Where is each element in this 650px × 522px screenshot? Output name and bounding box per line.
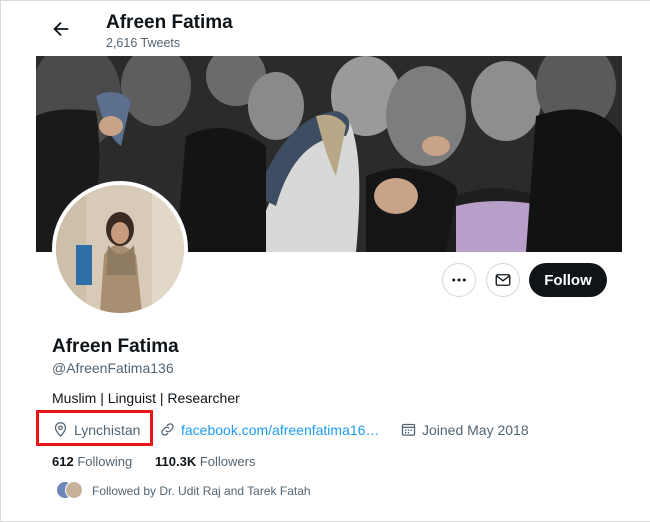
link-icon [161, 423, 174, 436]
follow-button[interactable]: Follow [529, 263, 607, 297]
tweet-count: 2,616 Tweets [106, 36, 181, 50]
message-button[interactable] [486, 263, 520, 297]
location-highlight-box [36, 410, 153, 446]
followed-by[interactable]: Followed by Dr. Udit Raj and Tarek Fatah [56, 481, 311, 501]
followers-label: Followers [199, 454, 256, 469]
followers-stat[interactable]: 110.3K Followers [155, 454, 255, 469]
profile-avatar[interactable] [52, 181, 188, 317]
header-title: Afreen Fatima [106, 12, 233, 33]
website-link[interactable]: facebook.com/afreenfatima16… [181, 422, 379, 438]
followers-count: 110.3K [155, 454, 197, 469]
website[interactable]: facebook.com/afreenfatima16… [159, 421, 379, 438]
join-date-text: Joined May 2018 [422, 421, 529, 438]
following-count: 612 [52, 454, 74, 469]
mutual-avatar [65, 481, 83, 499]
envelope-icon [495, 274, 511, 286]
join-date: Joined May 2018 [400, 421, 529, 438]
display-name: Afreen Fatima [52, 336, 179, 357]
calendar-icon [401, 423, 416, 436]
profile-header: Afreen Fatima 2,616 Tweets [0, 0, 650, 56]
following-stat[interactable]: 612 Following [52, 454, 132, 469]
profile-bio: Muslim | Linguist | Researcher [52, 390, 240, 406]
back-arrow-icon[interactable] [50, 18, 72, 40]
following-label: Following [77, 454, 133, 469]
more-options-button[interactable] [442, 263, 476, 297]
followed-by-text: Followed by Dr. Udit Raj and Tarek Fatah [92, 484, 311, 498]
more-icon [452, 278, 466, 282]
user-handle: @AfreenFatima136 [52, 360, 174, 376]
mutual-avatars [56, 481, 84, 501]
